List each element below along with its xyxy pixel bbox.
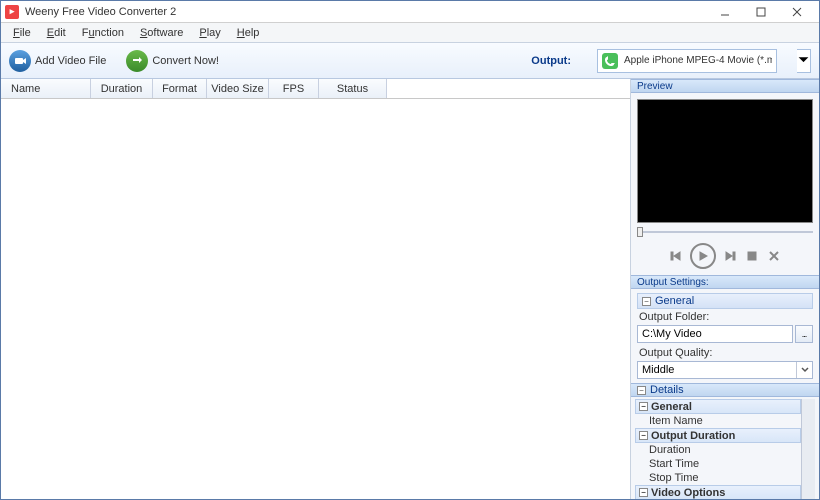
detail-row: Duration [635, 443, 801, 457]
detail-section-header[interactable]: −Video Options [635, 485, 801, 499]
output-folder-label: Output Folder: [639, 311, 813, 323]
maximize-button[interactable] [743, 2, 779, 22]
output-settings-panel: − General Output Folder: ... Output Qual… [631, 289, 819, 383]
play-button[interactable] [690, 243, 716, 269]
close-button[interactable] [779, 2, 815, 22]
browse-folder-button[interactable]: ... [795, 325, 813, 343]
detail-section-header[interactable]: −General [635, 399, 801, 414]
details-title: − Details [631, 383, 819, 397]
next-button[interactable] [722, 248, 738, 264]
menubar: File Edit Function Software Play Help [1, 23, 819, 43]
detail-section-header[interactable]: −Output Duration [635, 428, 801, 443]
output-settings-title: Output Settings: [631, 275, 819, 289]
column-status[interactable]: Status [319, 79, 387, 98]
convert-label: Convert Now! [152, 55, 219, 67]
collapse-icon: − [637, 386, 646, 395]
menu-help[interactable]: Help [229, 25, 268, 41]
collapse-icon: − [639, 402, 648, 411]
prev-button[interactable] [668, 248, 684, 264]
window-title: Weeny Free Video Converter 2 [25, 6, 707, 18]
table-header: Name Duration Format Video Size FPS Stat… [1, 79, 630, 99]
detail-row: Stop Time [635, 471, 801, 485]
detail-row: Item Name [635, 414, 801, 428]
collapse-icon: − [639, 431, 648, 440]
menu-function[interactable]: Function [74, 25, 132, 41]
add-video-icon [9, 50, 31, 72]
convert-button[interactable]: Convert Now! [126, 50, 219, 72]
seek-slider[interactable] [637, 227, 813, 237]
output-label: Output: [531, 55, 571, 67]
add-video-button[interactable]: Add Video File [9, 50, 106, 72]
menu-file[interactable]: File [5, 25, 39, 41]
collapse-icon: − [639, 488, 648, 497]
preview-panel [631, 93, 819, 275]
toolbar: Add Video File Convert Now! Output: Appl… [1, 43, 819, 79]
detail-row: Start Time [635, 457, 801, 471]
preview-title: Preview [631, 79, 819, 93]
column-fps[interactable]: FPS [269, 79, 319, 98]
close-preview-button[interactable] [766, 248, 782, 264]
collapse-icon: − [642, 297, 651, 306]
column-name[interactable]: Name [1, 79, 91, 98]
output-quality-label: Output Quality: [639, 347, 813, 359]
menu-software[interactable]: Software [132, 25, 191, 41]
details-scrollbar[interactable] [801, 399, 815, 499]
chevron-down-icon [796, 362, 812, 378]
output-format-dropdown-button[interactable] [797, 49, 811, 73]
details-panel: −GeneralItem Name−Output DurationDuratio… [631, 397, 819, 499]
table-body [1, 99, 630, 499]
main-area: Name Duration Format Video Size FPS Stat… [1, 79, 819, 499]
column-videosize[interactable]: Video Size [207, 79, 269, 98]
output-format-selector[interactable]: Apple iPhone MPEG-4 Movie (*.mp4) [597, 49, 777, 73]
titlebar: ▸ Weeny Free Video Converter 2 [1, 1, 819, 23]
add-video-label: Add Video File [35, 55, 106, 67]
menu-edit[interactable]: Edit [39, 25, 74, 41]
convert-icon [126, 50, 148, 72]
playback-controls [637, 243, 813, 269]
menu-play[interactable]: Play [191, 25, 228, 41]
output-folder-input[interactable] [637, 325, 793, 343]
output-quality-value: Middle [638, 364, 796, 376]
output-format-text: Apple iPhone MPEG-4 Movie (*.mp4) [624, 55, 772, 66]
right-pane: Preview Output Settings: − General Outpu… [631, 79, 819, 499]
app-icon: ▸ [5, 5, 19, 19]
file-list-pane: Name Duration Format Video Size FPS Stat… [1, 79, 631, 499]
video-preview [637, 99, 813, 223]
general-section-header[interactable]: − General [637, 293, 813, 309]
stop-button[interactable] [744, 248, 760, 264]
column-format[interactable]: Format [153, 79, 207, 98]
phone-icon [602, 53, 618, 69]
minimize-button[interactable] [707, 2, 743, 22]
seek-thumb[interactable] [637, 227, 643, 237]
output-quality-select[interactable]: Middle [637, 361, 813, 379]
column-duration[interactable]: Duration [91, 79, 153, 98]
